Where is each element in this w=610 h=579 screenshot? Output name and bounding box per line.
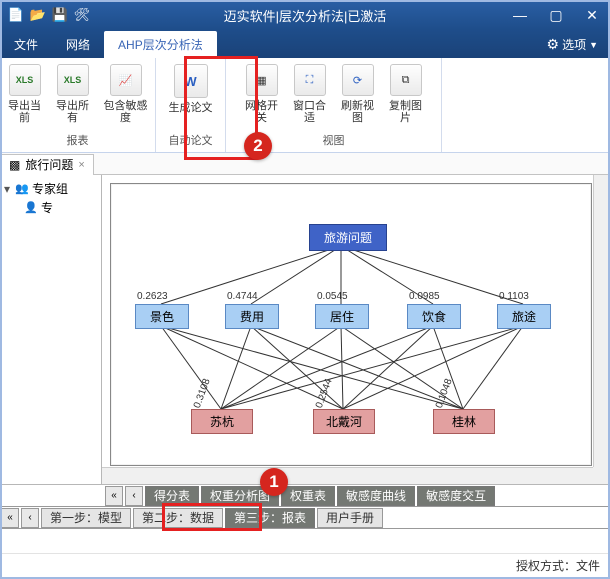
annotation-badge-1: 1 bbox=[260, 468, 288, 496]
document-tab[interactable]: ▩ 旅行问题 × bbox=[0, 154, 94, 175]
copy-image-button[interactable]: ⧉ 复制图片 bbox=[383, 62, 429, 130]
copy-icon: ⧉ bbox=[390, 64, 422, 96]
document-tabs: ▩ 旅行问题 × bbox=[0, 153, 610, 175]
gear-icon: ⚙ bbox=[547, 36, 560, 53]
chart-icon: 📈 bbox=[110, 64, 142, 96]
refresh-view-button[interactable]: ⟳ 刷新视图 bbox=[335, 62, 381, 130]
group-report-label: 报表 bbox=[0, 130, 155, 152]
graph-node-bot[interactable]: 苏杭 bbox=[191, 409, 253, 434]
node-value: 0.2544 bbox=[314, 377, 335, 410]
menu-options[interactable]: ⚙ 选项 ▼ bbox=[535, 31, 610, 58]
qa-open-icon[interactable]: 📂 bbox=[30, 7, 46, 23]
tab-sens-inter[interactable]: 敏感度交互 bbox=[417, 486, 495, 506]
graph-node-mid[interactable]: 旅途 bbox=[497, 304, 551, 329]
node-value: 0.3108 bbox=[192, 377, 213, 410]
tree-pane: ▾ 👥 专家组 👤 专 bbox=[0, 175, 102, 484]
step2-tab[interactable]: 第二步：数据 bbox=[133, 508, 223, 528]
status-bar: 授权方式：文件 bbox=[0, 553, 610, 577]
ribbon: XLS 导出当前 XLS 导出所有 📈 包含敏感度 报表 W 生成论文 自动论文 bbox=[0, 58, 610, 153]
group-auto-label: 自动论文 bbox=[156, 130, 225, 152]
step1-tab[interactable]: 第一步：模型 bbox=[41, 508, 131, 528]
include-sensitivity-button[interactable]: 📈 包含敏感度 bbox=[98, 62, 154, 130]
tab-weight-table[interactable]: 权重表 bbox=[281, 486, 335, 506]
xls-icon: XLS bbox=[9, 64, 41, 96]
node-value: 0.2623 bbox=[137, 291, 168, 302]
node-value: 0.0545 bbox=[317, 291, 348, 302]
generate-paper-button[interactable]: W 生成论文 bbox=[162, 62, 220, 130]
close-button[interactable]: ✕ bbox=[574, 0, 610, 30]
chevron-down-icon: ▼ bbox=[589, 40, 598, 50]
graph-canvas[interactable]: 旅游问题 0.2623 景色 0.4744 费用 0.0545 居住 0.098… bbox=[110, 183, 592, 466]
xls-icon: XLS bbox=[57, 64, 89, 96]
menubar: 文件 网络 AHP层次分析法 ⚙ 选项 ▼ bbox=[0, 30, 610, 58]
refresh-icon: ⟳ bbox=[342, 64, 374, 96]
cube-icon: ▩ bbox=[9, 158, 20, 172]
step-tabstrip: « ‹ 第一步：模型 第二步：数据 第三步：报表 用户手册 bbox=[0, 507, 610, 529]
close-tab-icon[interactable]: × bbox=[78, 159, 84, 171]
node-value: 0.1048 bbox=[434, 377, 455, 410]
fit-icon: ⛶ bbox=[294, 64, 326, 96]
step-nav-first[interactable]: « bbox=[1, 508, 19, 528]
graph-node-mid[interactable]: 景色 bbox=[135, 304, 189, 329]
menu-network[interactable]: 网络 bbox=[52, 31, 104, 58]
grid-icon: ▦ bbox=[246, 64, 278, 96]
graph-node-bot[interactable]: 桂林 bbox=[433, 409, 495, 434]
window-title: 迈实软件|层次分析法|已激活 bbox=[224, 6, 387, 25]
maximize-button[interactable]: ▢ bbox=[538, 0, 574, 30]
annotation-badge-2: 2 bbox=[244, 132, 272, 160]
node-value: 0.4744 bbox=[227, 291, 258, 302]
tab-nav-prev[interactable]: ‹ bbox=[125, 486, 143, 506]
graph-node-mid[interactable]: 费用 bbox=[225, 304, 279, 329]
graph-node-mid[interactable]: 居住 bbox=[315, 304, 369, 329]
word-icon: W bbox=[174, 64, 208, 98]
step-nav-prev[interactable]: ‹ bbox=[21, 508, 39, 528]
grid-toggle-button[interactable]: ▦ 网格开关 bbox=[239, 62, 285, 130]
qa-new-icon[interactable]: 📄 bbox=[8, 7, 24, 23]
export-current-button[interactable]: XLS 导出当前 bbox=[2, 62, 48, 130]
titlebar: 📄 📂 💾 🛠 迈实软件|层次分析法|已激活 — ▢ ✕ bbox=[0, 0, 610, 30]
group-icon: 👥 bbox=[15, 182, 29, 196]
graph-node-top[interactable]: 旅游问题 bbox=[309, 224, 387, 251]
tree-child[interactable]: 👤 专 bbox=[2, 198, 99, 217]
inner-tabstrip: « ‹ 得分表 权重分析图 权重表 敏感度曲线 敏感度交互 bbox=[0, 485, 610, 507]
collapse-icon[interactable]: ▾ bbox=[2, 182, 12, 196]
auth-status: 授权方式：文件 bbox=[516, 557, 600, 574]
node-value: 0.0985 bbox=[409, 291, 440, 302]
tab-sens-curve[interactable]: 敏感度曲线 bbox=[337, 486, 415, 506]
export-all-button[interactable]: XLS 导出所有 bbox=[50, 62, 96, 130]
user-icon: 👤 bbox=[24, 201, 38, 215]
horizontal-scrollbar[interactable] bbox=[102, 467, 593, 484]
scroll-corner bbox=[593, 467, 610, 484]
graph-node-bot[interactable]: 北戴河 bbox=[313, 409, 375, 434]
graph-canvas-pane: 旅游问题 0.2623 景色 0.4744 费用 0.0545 居住 0.098… bbox=[102, 175, 610, 484]
tree-root[interactable]: ▾ 👥 专家组 bbox=[2, 179, 99, 198]
tab-score[interactable]: 得分表 bbox=[145, 486, 199, 506]
graph-node-mid[interactable]: 饮食 bbox=[407, 304, 461, 329]
manual-tab[interactable]: 用户手册 bbox=[317, 508, 383, 528]
menu-ahp[interactable]: AHP层次分析法 bbox=[104, 31, 217, 58]
fit-window-button[interactable]: ⛶ 窗口合适 bbox=[287, 62, 333, 130]
qa-save-icon[interactable]: 💾 bbox=[52, 7, 68, 23]
tab-nav-first[interactable]: « bbox=[105, 486, 123, 506]
vertical-scrollbar[interactable] bbox=[593, 175, 610, 467]
menu-file[interactable]: 文件 bbox=[0, 31, 52, 58]
qa-tools-icon[interactable]: 🛠 bbox=[74, 7, 90, 23]
step3-tab[interactable]: 第三步：报表 bbox=[225, 508, 315, 528]
node-value: 0.1103 bbox=[499, 291, 529, 302]
minimize-button[interactable]: — bbox=[502, 0, 538, 30]
